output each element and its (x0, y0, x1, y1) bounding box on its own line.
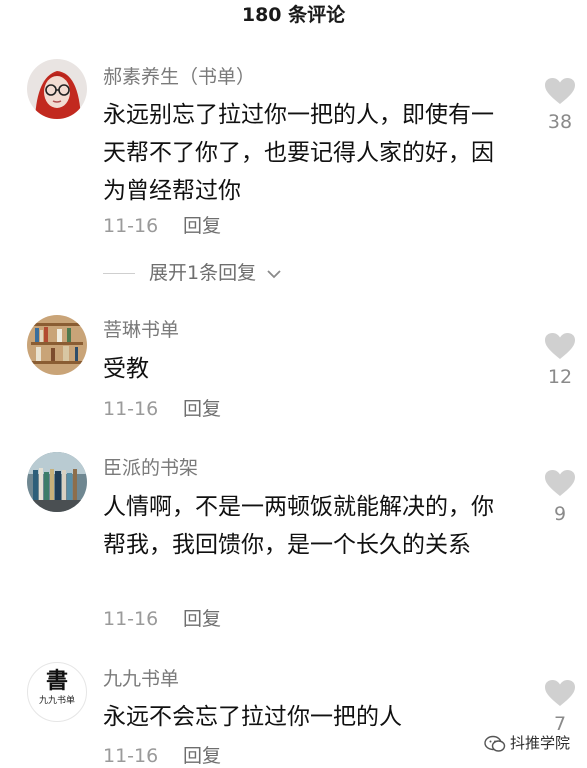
avatar[interactable]: 書 九九书单 (27, 662, 87, 722)
expand-replies-button[interactable]: 展开1条回复 (103, 258, 282, 288)
divider-line (103, 273, 135, 274)
heart-icon (545, 470, 575, 496)
comment-username[interactable]: 臣派的书架 (103, 456, 198, 480)
comment-text: 永远不会忘了拉过你一把的人 (103, 704, 402, 730)
heart-icon (545, 78, 575, 104)
comment-meta: 11-16 回复 (103, 744, 221, 768)
comment-text: 受教 (103, 356, 149, 382)
avatar-logo-glyph: 書 (45, 668, 68, 694)
heart-icon (545, 680, 575, 706)
like-button[interactable]: 12 (538, 332, 582, 388)
comment-username[interactable]: 菩琳书单 (103, 318, 179, 342)
comment-date: 11-16 (103, 398, 159, 420)
chevron-down-icon (267, 269, 281, 278)
reply-button[interactable]: 回复 (183, 215, 221, 237)
reply-button[interactable]: 回复 (183, 608, 221, 630)
comment-text: 永远别忘了拉过你一把的人，即使有一天帮不了你了，也要记得人家的好，因为曾经帮过你 (103, 102, 494, 204)
wechat-icon (484, 735, 506, 752)
comment-date: 11-16 (103, 608, 159, 630)
heart-icon (545, 333, 575, 359)
like-button[interactable]: 38 (538, 77, 582, 133)
comment-date: 11-16 (103, 745, 159, 767)
like-count: 38 (547, 111, 573, 133)
comment-text: 人情啊，不是一两顿饭就能解决的，你帮我，我回馈你，是一个长久的关系 (103, 494, 494, 558)
avatar[interactable] (27, 59, 87, 119)
comment-date: 11-16 (103, 215, 159, 237)
comment-username[interactable]: 九九书单 (103, 667, 179, 691)
avatar[interactable] (27, 315, 87, 375)
reply-button[interactable]: 回复 (183, 398, 221, 420)
like-button[interactable]: 9 (538, 469, 582, 525)
watermark: 抖推学院 (484, 732, 570, 753)
watermark-text: 抖推学院 (510, 734, 571, 752)
comment-username[interactable]: 郝素养生（书单） (103, 65, 255, 89)
comments-header-title: 180 条评论 (241, 4, 346, 26)
avatar[interactable] (27, 452, 87, 512)
like-count: 12 (547, 366, 573, 388)
avatar-logo-caption: 九九书单 (38, 696, 75, 706)
comment-meta: 11-16 回复 (103, 607, 221, 631)
like-count: 9 (553, 503, 567, 525)
comment-meta: 11-16 回复 (103, 397, 221, 421)
like-button[interactable]: 7 (538, 679, 582, 735)
comment-meta: 11-16 回复 (103, 214, 221, 238)
expand-replies-label: 展开1条回复 (149, 262, 257, 284)
reply-button[interactable]: 回复 (183, 745, 221, 767)
